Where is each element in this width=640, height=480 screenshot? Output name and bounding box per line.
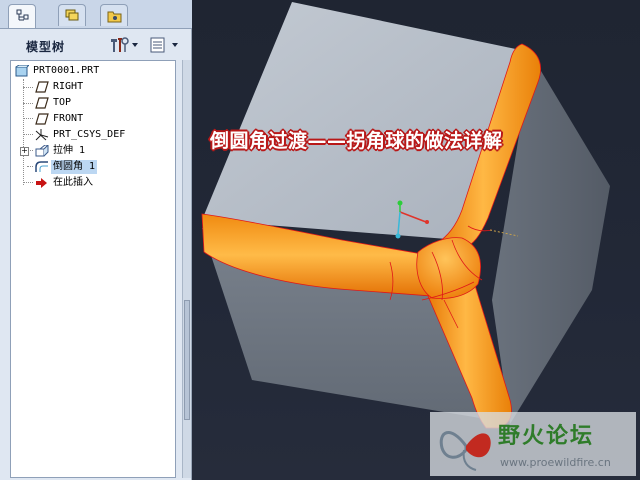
splitter-grip[interactable]: [184, 300, 190, 420]
model-tree-title: 模型树: [26, 40, 66, 54]
tree-item-label: 倒圆角 1: [51, 160, 98, 174]
watermark-site-name: 野火论坛: [498, 424, 595, 449]
model-tree-panel: 模型树 PRT0001.PRT RIGHT TOP FRONT PRT_CSYS…: [0, 0, 192, 480]
show-list-icon: [150, 37, 165, 53]
tree-item-label: FRONT: [53, 113, 84, 124]
graphics-viewport[interactable]: 倒圆角过渡——拐角球的做法详解 野火论坛 www.proewildfire.cn: [192, 0, 640, 480]
tree-guide-line: [23, 134, 33, 135]
csys-icon: [35, 129, 49, 141]
tree-item-label: 拉伸 1: [53, 145, 86, 156]
datum-plane-icon: [35, 97, 49, 109]
tree-item-label: RIGHT: [53, 81, 84, 92]
tree-guide-line: [23, 118, 33, 119]
layers-icon: [65, 9, 79, 21]
tree-guide-line: [23, 87, 33, 88]
model-tree-header: 模型树: [4, 30, 188, 58]
model-tree-tab[interactable]: [8, 4, 36, 28]
model-tree: PRT0001.PRT RIGHT TOP FRONT PRT_CSYS_DEF…: [10, 60, 176, 478]
overlay-title: 倒圆角过渡——拐角球的做法详解: [210, 130, 503, 152]
datum-plane-icon: [35, 81, 49, 93]
round-icon: [35, 161, 48, 172]
tree-guide-line: [23, 182, 33, 183]
tree-guide-line: [23, 79, 24, 185]
tree-guide-line: [27, 166, 33, 167]
part-icon: [15, 65, 29, 77]
tree-item-label: PRT0001.PRT: [33, 65, 100, 76]
expand-plus-icon[interactable]: +: [20, 147, 29, 156]
tree-item-label: PRT_CSYS_DEF: [53, 129, 126, 140]
cube-model[interactable]: [192, 0, 640, 480]
folder-icon: [107, 11, 122, 23]
tree-show-button[interactable]: [148, 36, 180, 54]
insert-arrow-icon: [36, 178, 47, 188]
model-tree-tab-icon: [16, 9, 29, 21]
tree-settings-button[interactable]: [108, 36, 140, 54]
layers-tab[interactable]: [58, 4, 86, 26]
tree-guide-line: [23, 103, 33, 104]
corner-ball: [416, 237, 481, 299]
extrude-icon: [35, 145, 49, 157]
navigator-tabs: [0, 0, 192, 29]
tree-item-label: 在此插入: [53, 177, 93, 188]
datum-plane-icon: [35, 113, 49, 125]
tree-item-label: TOP: [53, 97, 72, 108]
settings-tools-icon: [111, 37, 129, 52]
watermark: 野火论坛 www.proewildfire.cn: [430, 412, 636, 476]
chevron-down-icon: [132, 43, 138, 47]
watermark-url: www.proewildfire.cn: [500, 456, 611, 469]
butterfly-logo-icon: [439, 431, 491, 471]
folder-tab[interactable]: [100, 4, 128, 26]
chevron-down-icon: [172, 43, 178, 47]
